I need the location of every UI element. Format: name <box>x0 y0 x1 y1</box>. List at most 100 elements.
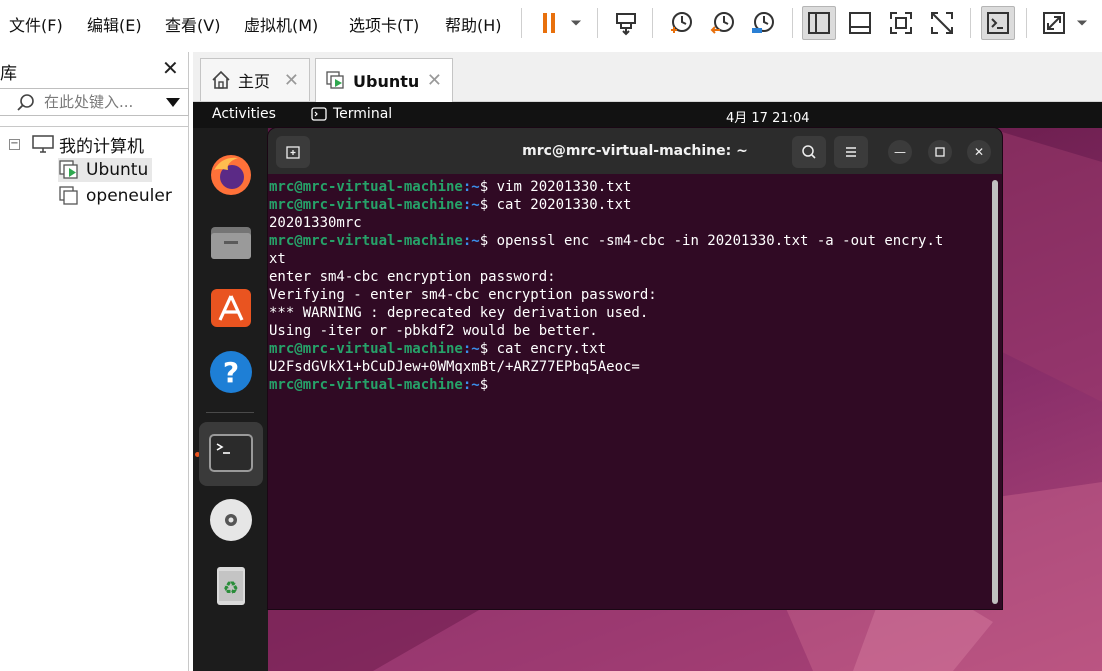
hamburger-menu-icon <box>846 147 856 157</box>
vm-display[interactable]: Activities Terminal 4月 17 21:04 ? ♻ mrc@… <box>193 102 1102 671</box>
dock-firefox[interactable] <box>206 150 256 200</box>
show-library-button[interactable] <box>802 6 836 40</box>
dock-separator <box>206 412 254 413</box>
vm-running-icon <box>326 71 344 89</box>
toolbar-separator <box>597 8 598 38</box>
send-ctrl-alt-del-button[interactable] <box>609 6 643 40</box>
menu-edit[interactable]: 编辑(E) <box>87 12 142 36</box>
terminal-line: Verifying - enter sm4-cbc encryption pas… <box>269 287 657 303</box>
search-dropdown-arrow[interactable] <box>166 98 180 107</box>
terminal-line: mrc@mrc-virtual-machine:~$ vim 20201330.… <box>269 179 632 195</box>
close-icon: ✕ <box>973 145 985 159</box>
dock-files[interactable] <box>206 217 256 267</box>
vm-icon <box>59 186 78 205</box>
thumbnail-view-icon <box>849 12 871 34</box>
dock-help[interactable]: ? <box>206 347 256 397</box>
help-icon: ? <box>210 351 252 393</box>
trash-icon: ♻ <box>217 567 245 605</box>
toolbar-separator <box>1026 8 1027 38</box>
terminal-menu-button[interactable] <box>834 136 868 168</box>
tab-label: 主页 <box>238 72 271 91</box>
menu-vm[interactable]: 虚拟机(M) <box>244 12 318 36</box>
dock: ? ♻ <box>193 128 268 671</box>
fullscreen-button[interactable] <box>884 6 918 40</box>
tree-item-ubuntu[interactable]: Ubuntu <box>58 158 153 182</box>
clock[interactable]: 4月 17 21:04 <box>726 107 810 126</box>
library-tree: − 我的计算机 Ubuntu openeuler <box>0 126 189 671</box>
toolbar-separator <box>970 8 971 38</box>
dvd-icon <box>210 499 252 541</box>
library-search <box>0 88 189 116</box>
unity-button[interactable] <box>925 6 959 40</box>
pause-dropdown[interactable] <box>565 6 587 40</box>
unity-icon <box>931 12 953 34</box>
tree-collapse-toggle[interactable]: − <box>9 139 20 150</box>
menu-help[interactable]: 帮助(H) <box>445 12 502 36</box>
close-button[interactable]: ✕ <box>967 140 991 164</box>
stretch-icon <box>1043 12 1065 34</box>
terminal-line: mrc@mrc-virtual-machine:~$ <box>269 377 497 393</box>
toolbar-separator <box>652 8 653 38</box>
terminal-line: mrc@mrc-virtual-machine:~$ openssl enc -… <box>269 233 944 249</box>
toolbar-separator <box>792 8 793 38</box>
maximize-button[interactable] <box>928 140 952 164</box>
dock-trash[interactable]: ♻ <box>206 561 256 611</box>
tree-label: 我的计算机 <box>59 136 144 157</box>
tab-close-button[interactable]: ✕ <box>284 70 299 91</box>
chevron-down-icon <box>570 20 582 26</box>
terminal-search-button[interactable] <box>792 136 826 168</box>
menu-file[interactable]: 文件(F) <box>9 12 63 36</box>
manage-snapshots-icon <box>752 12 774 33</box>
manage-snapshots-button[interactable] <box>746 6 780 40</box>
terminal-window[interactable]: mrc@mrc-virtual-machine: ~ — ✕ mrc@mrc-v… <box>268 128 1002 609</box>
tree-item-openeuler[interactable]: openeuler <box>58 184 172 208</box>
tree-label: Ubuntu <box>86 160 149 180</box>
activities-button[interactable]: Activities <box>212 106 276 122</box>
tab-bar: 主页 ✕ Ubuntu ✕ <box>193 52 1102 103</box>
revert-snapshot-button[interactable] <box>706 6 740 40</box>
dock-terminal[interactable] <box>199 422 263 486</box>
tab-home[interactable]: 主页 ✕ <box>200 58 310 101</box>
pause-icon <box>543 13 555 33</box>
snapshot-button[interactable] <box>664 6 698 40</box>
minimize-button[interactable]: — <box>888 140 912 164</box>
dock-dvd[interactable] <box>206 495 256 545</box>
stretch-dropdown[interactable] <box>1071 6 1093 40</box>
tree-label: openeuler <box>86 186 172 206</box>
terminal-line: 20201330mrc <box>269 215 362 231</box>
gnome-top-bar: Activities Terminal 4月 17 21:04 <box>193 102 1102 128</box>
sidebar-view-icon <box>808 12 830 34</box>
app-menu[interactable]: Terminal <box>311 106 392 122</box>
send-keys-icon <box>616 13 636 36</box>
terminal-app-icon <box>311 107 327 121</box>
search-icon <box>17 94 34 111</box>
files-icon <box>211 227 251 259</box>
dock-software[interactable] <box>206 282 256 332</box>
menu-view[interactable]: 查看(V) <box>165 12 220 36</box>
svg-text:♻: ♻ <box>223 578 239 599</box>
tab-close-button[interactable]: ✕ <box>427 70 442 91</box>
tab-ubuntu[interactable]: Ubuntu ✕ <box>315 58 453 103</box>
library-close-button[interactable]: ✕ <box>162 56 179 80</box>
snapshot-icon <box>671 12 692 33</box>
tree-item-my-computer[interactable]: 我的计算机 <box>31 132 144 157</box>
library-search-input[interactable] <box>44 92 154 112</box>
terminal-line: *** WARNING : deprecated key derivation … <box>269 305 649 321</box>
app-menu-label: Terminal <box>333 106 393 122</box>
terminal-output[interactable]: mrc@mrc-virtual-machine:~$ vim 20201330.… <box>269 178 987 608</box>
minimize-icon: — <box>894 145 906 159</box>
console-view-button[interactable] <box>981 6 1015 40</box>
pause-button[interactable] <box>532 6 566 40</box>
toolbar-separator <box>521 8 522 38</box>
menu-tabs[interactable]: 选项卡(T) <box>349 12 419 36</box>
stretch-button[interactable] <box>1037 6 1071 40</box>
terminal-line: mrc@mrc-virtual-machine:~$ cat encry.txt <box>269 341 607 357</box>
terminal-icon <box>209 434 253 472</box>
chevron-down-icon <box>1076 20 1088 26</box>
console-icon <box>987 12 1009 34</box>
terminal-line: Using -iter or -pbkdf2 would be better. <box>269 323 598 339</box>
svg-text:?: ? <box>223 356 239 389</box>
library-panel: 库 ✕ − 我的计算机 Ubuntu openeuler <box>0 52 189 671</box>
terminal-scrollbar[interactable] <box>992 180 998 604</box>
thumbnail-bar-button[interactable] <box>843 6 877 40</box>
